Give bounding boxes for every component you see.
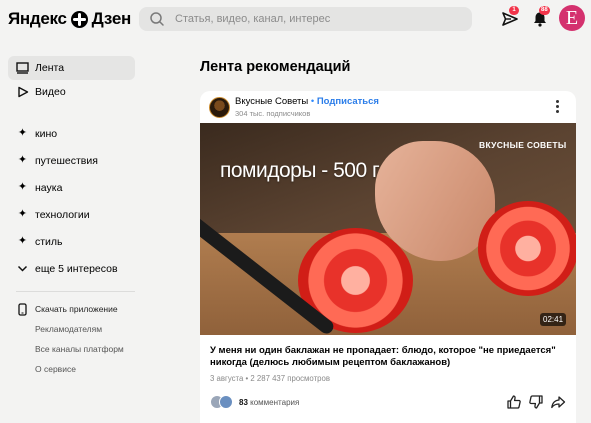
- chevron-down-icon: [16, 262, 29, 275]
- advertisers-link[interactable]: Рекламодателям: [8, 319, 135, 339]
- play-icon: [16, 86, 29, 99]
- phone-icon: [16, 302, 29, 316]
- commenter-avatar: [219, 395, 233, 409]
- channel-header: Вкусные Советы • Подписаться: [235, 96, 379, 107]
- sidebar-item-tech[interactable]: ✦ технологии: [8, 201, 135, 228]
- comments-link[interactable]: 83 комментария: [239, 398, 299, 407]
- video-overlay-text: помидоры - 500 г: [220, 159, 380, 182]
- comments-count: 83: [239, 397, 248, 407]
- sidebar: Лента Видео ✦ кино ✦ путешествия ✦ наука…: [8, 56, 135, 379]
- about-link[interactable]: О сервисе: [8, 359, 135, 379]
- sparkle-icon: ✦: [17, 154, 28, 166]
- separator-dot: •: [310, 96, 315, 107]
- interests-list: ✦ кино ✦ путешествия ✦ наука ✦ технологи…: [8, 120, 135, 282]
- search-bar[interactable]: [139, 7, 472, 31]
- video-duration: 02:41: [540, 313, 567, 326]
- post-meta: 3 августа • 2 287 437 просмотров: [210, 374, 330, 383]
- card-footer: 83 комментария: [210, 394, 566, 410]
- messages-badge: 1: [509, 6, 519, 15]
- commenter-avatars: [210, 395, 236, 409]
- download-app-label: Скачать приложение: [35, 304, 118, 314]
- sparkle-icon: ✦: [17, 127, 28, 139]
- dzen-logo[interactable]: Яндекс Дзен: [8, 9, 131, 29]
- sidebar-item-label: технологии: [35, 208, 90, 221]
- zen-star-icon: [70, 10, 88, 28]
- all-channels-link[interactable]: Все каналы платформ: [8, 339, 135, 359]
- logo-yandex-text: Яндекс: [8, 9, 67, 28]
- sidebar-item-label: стиль: [35, 235, 63, 248]
- tomato-half-right: [478, 201, 576, 296]
- logo-dzen-text: Дзен: [91, 9, 132, 28]
- sidebar-item-video[interactable]: Видео: [8, 80, 135, 104]
- sidebar-item-label: кино: [35, 127, 58, 140]
- more-options-icon[interactable]: [553, 100, 561, 114]
- more-interests-button[interactable]: еще 5 интересов: [8, 255, 135, 282]
- sidebar-item-label: Лента: [35, 62, 65, 74]
- sidebar-item-feed[interactable]: Лента: [8, 56, 135, 80]
- top-bar: Яндекс Дзен 1 88 E: [0, 0, 591, 40]
- thumbs-down-icon[interactable]: [528, 394, 544, 410]
- share-icon[interactable]: [550, 394, 566, 410]
- card-actions: [506, 394, 566, 410]
- sidebar-item-label: Видео: [35, 86, 66, 98]
- sidebar-item-kino[interactable]: ✦ кино: [8, 120, 135, 147]
- post-title[interactable]: У меня ни один баклажан не пропадает: бл…: [210, 345, 570, 369]
- monitor-icon: [16, 62, 29, 75]
- subscriber-count: 304 тыс. подписчиков: [235, 109, 311, 118]
- feed-card[interactable]: Вкусные Советы • Подписаться 304 тыс. по…: [200, 91, 576, 423]
- thumbs-up-icon[interactable]: [506, 394, 522, 410]
- sidebar-item-label: наука: [35, 181, 63, 194]
- search-icon: [150, 12, 164, 26]
- messages-button[interactable]: 1: [501, 6, 519, 28]
- channel-avatar[interactable]: [209, 97, 230, 118]
- channel-name[interactable]: Вкусные Советы: [235, 96, 308, 107]
- sidebar-divider: [16, 291, 135, 292]
- page-title: Лента рекомендаций: [200, 59, 351, 75]
- sparkle-icon: ✦: [17, 181, 28, 193]
- video-thumbnail[interactable]: помидоры - 500 г ВКУСНЫЕ СОВЕТЫ 02:41: [200, 123, 576, 335]
- video-watermark: ВКУСНЫЕ СОВЕТЫ: [479, 140, 567, 150]
- notifications-button[interactable]: 88: [531, 6, 550, 28]
- comments-label: комментария: [250, 397, 300, 407]
- sparkle-icon: ✦: [17, 208, 28, 220]
- sidebar-item-label: путешествия: [35, 154, 98, 167]
- notifications-badge: 88: [539, 6, 550, 15]
- sidebar-item-travel[interactable]: ✦ путешествия: [8, 147, 135, 174]
- search-input[interactable]: [175, 7, 465, 31]
- download-app-link[interactable]: Скачать приложение: [8, 299, 135, 319]
- sidebar-item-style[interactable]: ✦ стиль: [8, 228, 135, 255]
- subscribe-button[interactable]: Подписаться: [317, 96, 379, 107]
- user-avatar[interactable]: E: [559, 5, 585, 31]
- more-interests-label: еще 5 интересов: [35, 262, 118, 275]
- sidebar-item-science[interactable]: ✦ наука: [8, 174, 135, 201]
- sparkle-icon: ✦: [17, 235, 28, 247]
